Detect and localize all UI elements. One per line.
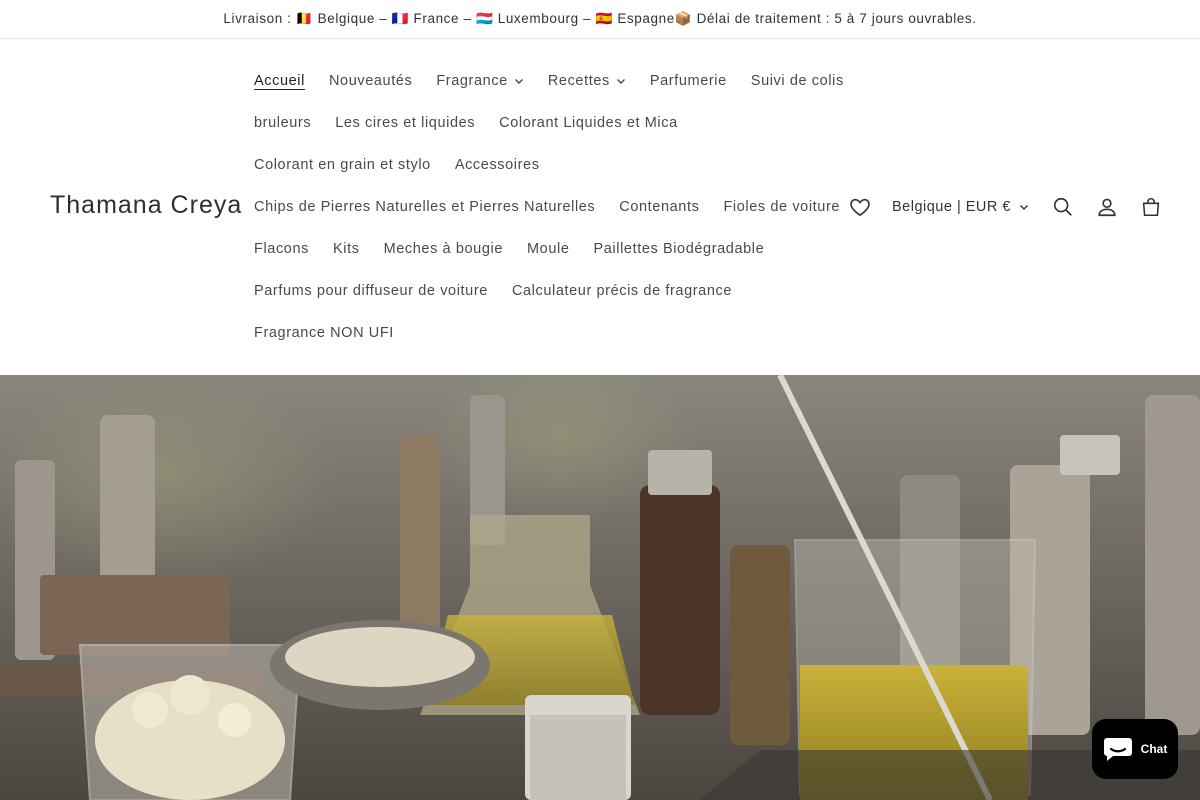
nav-item-nouveautes[interactable]: Nouveautés (317, 73, 424, 89)
nav-item-bruleurs[interactable]: bruleurs (242, 115, 323, 131)
nav-item-label: Parfumerie (649, 73, 727, 89)
nav-item-label: Nouveautés (328, 73, 413, 89)
nav-row: Parfums pour diffuseur de voiture Calcula… (242, 270, 842, 312)
chat-bubble-icon (1103, 738, 1132, 761)
heart-icon (850, 198, 870, 217)
cart-button[interactable] (1129, 189, 1173, 225)
country-currency-selector[interactable]: Belgique | EUR € (882, 189, 1039, 225)
nav-item-contenants[interactable]: Contenants (607, 199, 711, 215)
nav-item-label: Calculateur précis de fragrance (511, 283, 733, 299)
cart-icon (1142, 198, 1160, 217)
nav-item-label: Les cires et liquides (335, 115, 476, 131)
nav-row: bruleurs Les cires et liquides Colorant Li… (242, 102, 842, 144)
site-header: Thamana Creya Accueil Nouveautés Fragrance… (0, 39, 1200, 375)
nav-item-label: Accessoires (454, 157, 540, 173)
nav-item-label: Kits (332, 241, 360, 257)
nav-item-label: Moule (527, 241, 570, 257)
search-icon (1053, 197, 1072, 216)
nav-item-label: bruleurs (254, 115, 312, 131)
nav-item-label: Colorant en grain et stylo (254, 157, 431, 173)
announcement-bar: Livraison : 🇧🇪 Belgique – 🇫🇷 France – 🇱🇺… (0, 0, 1200, 39)
nav-item-label: Colorant Liquides et Mica (499, 115, 678, 131)
nav-item-fioles-de-voiture[interactable]: Fioles de voiture (711, 199, 852, 215)
hero-image (0, 375, 1200, 800)
nav-item-accessoires[interactable]: Accessoires (443, 157, 552, 173)
nav-item-label: Fragrance NON UFI (254, 325, 394, 341)
hero-banner (0, 375, 1200, 800)
nav-row: Chips de Pierres Naturelles et Pierres N… (242, 186, 842, 228)
nav-item-colorant-liquides-et-mica[interactable]: Colorant Liquides et Mica (487, 115, 690, 131)
store-logo[interactable]: Thamana Creya (50, 191, 242, 220)
nav-item-accueil[interactable]: Accueil (242, 73, 317, 89)
nav-item-kits[interactable]: Kits (321, 241, 372, 257)
chat-button[interactable]: Chat (1092, 719, 1178, 779)
nav-item-label: Accueil (254, 73, 305, 89)
nav-row: Fragrance NON UFI (242, 312, 842, 354)
main-navigation: Accueil Nouveautés Fragrance Recettes Parfum… (242, 60, 843, 354)
nav-item-parfumerie[interactable]: Parfumerie (638, 73, 739, 89)
nav-item-chips-de-pierres-naturelles-et-pierres-naturelles[interactable]: Chips de Pierres Naturelles et Pierres N… (242, 199, 607, 215)
nav-item-label: Contenants (619, 199, 700, 215)
chevron-down-icon (1019, 205, 1028, 210)
nav-row: Accueil Nouveautés Fragrance Recettes Parfum… (242, 60, 843, 102)
nav-item-recettes[interactable]: Recettes (536, 73, 638, 89)
nav-item-label: Recettes (547, 73, 610, 89)
nav-item-calculateur-precis-de-fragrance[interactable]: Calculateur précis de fragrance (500, 283, 744, 299)
nav-item-moule[interactable]: Moule (515, 241, 582, 257)
nav-item-colorant-en-grain-et-stylo[interactable]: Colorant en grain et stylo (242, 157, 443, 173)
nav-item-suivi-de-colis[interactable]: Suivi de colis (739, 73, 856, 89)
chevron-down-icon (514, 79, 523, 84)
account-button[interactable] (1085, 189, 1129, 225)
account-icon (1098, 198, 1116, 217)
header-actions: Belgique | EUR € (838, 189, 1173, 225)
nav-item-flacons[interactable]: Flacons (242, 241, 321, 257)
nav-item-fragrance[interactable]: Fragrance (424, 73, 536, 89)
country-currency-label: Belgique | EUR € (892, 199, 1011, 215)
nav-item-label: Flacons (254, 241, 309, 257)
nav-item-label: Fragrance (436, 73, 508, 89)
nav-item-label: Paillettes Biodégradable (593, 241, 765, 257)
nav-item-meches-a-bougie[interactable]: Meches à bougie (372, 241, 515, 257)
search-button[interactable] (1041, 189, 1085, 225)
nav-item-label: Suivi de colis (750, 73, 844, 89)
nav-row: Colorant en grain et stylo Accessoires (242, 144, 842, 186)
announcement-text: Livraison : 🇧🇪 Belgique – 🇫🇷 France – 🇱🇺… (223, 11, 977, 26)
nav-item-label: Parfums pour diffuseur de voiture (254, 283, 488, 299)
nav-row: Flacons Kits Meches à bougie Moule Paillette… (242, 228, 842, 270)
nav-item-paillettes-biodegradable[interactable]: Paillettes Biodégradable (582, 241, 777, 257)
chevron-down-icon (616, 79, 625, 84)
chat-label: Chat (1140, 742, 1168, 756)
wishlist-button[interactable] (838, 189, 882, 225)
nav-item-label: Meches à bougie (383, 241, 503, 257)
nav-item-parfums-pour-diffuseur-de-voiture[interactable]: Parfums pour diffuseur de voiture (242, 283, 500, 299)
nav-item-label: Chips de Pierres Naturelles et Pierres N… (254, 199, 596, 215)
nav-item-les-cires-et-liquides[interactable]: Les cires et liquides (323, 115, 487, 131)
nav-item-fragrance-non-ufi[interactable]: Fragrance NON UFI (242, 325, 406, 341)
nav-item-label: Fioles de voiture (723, 199, 841, 215)
